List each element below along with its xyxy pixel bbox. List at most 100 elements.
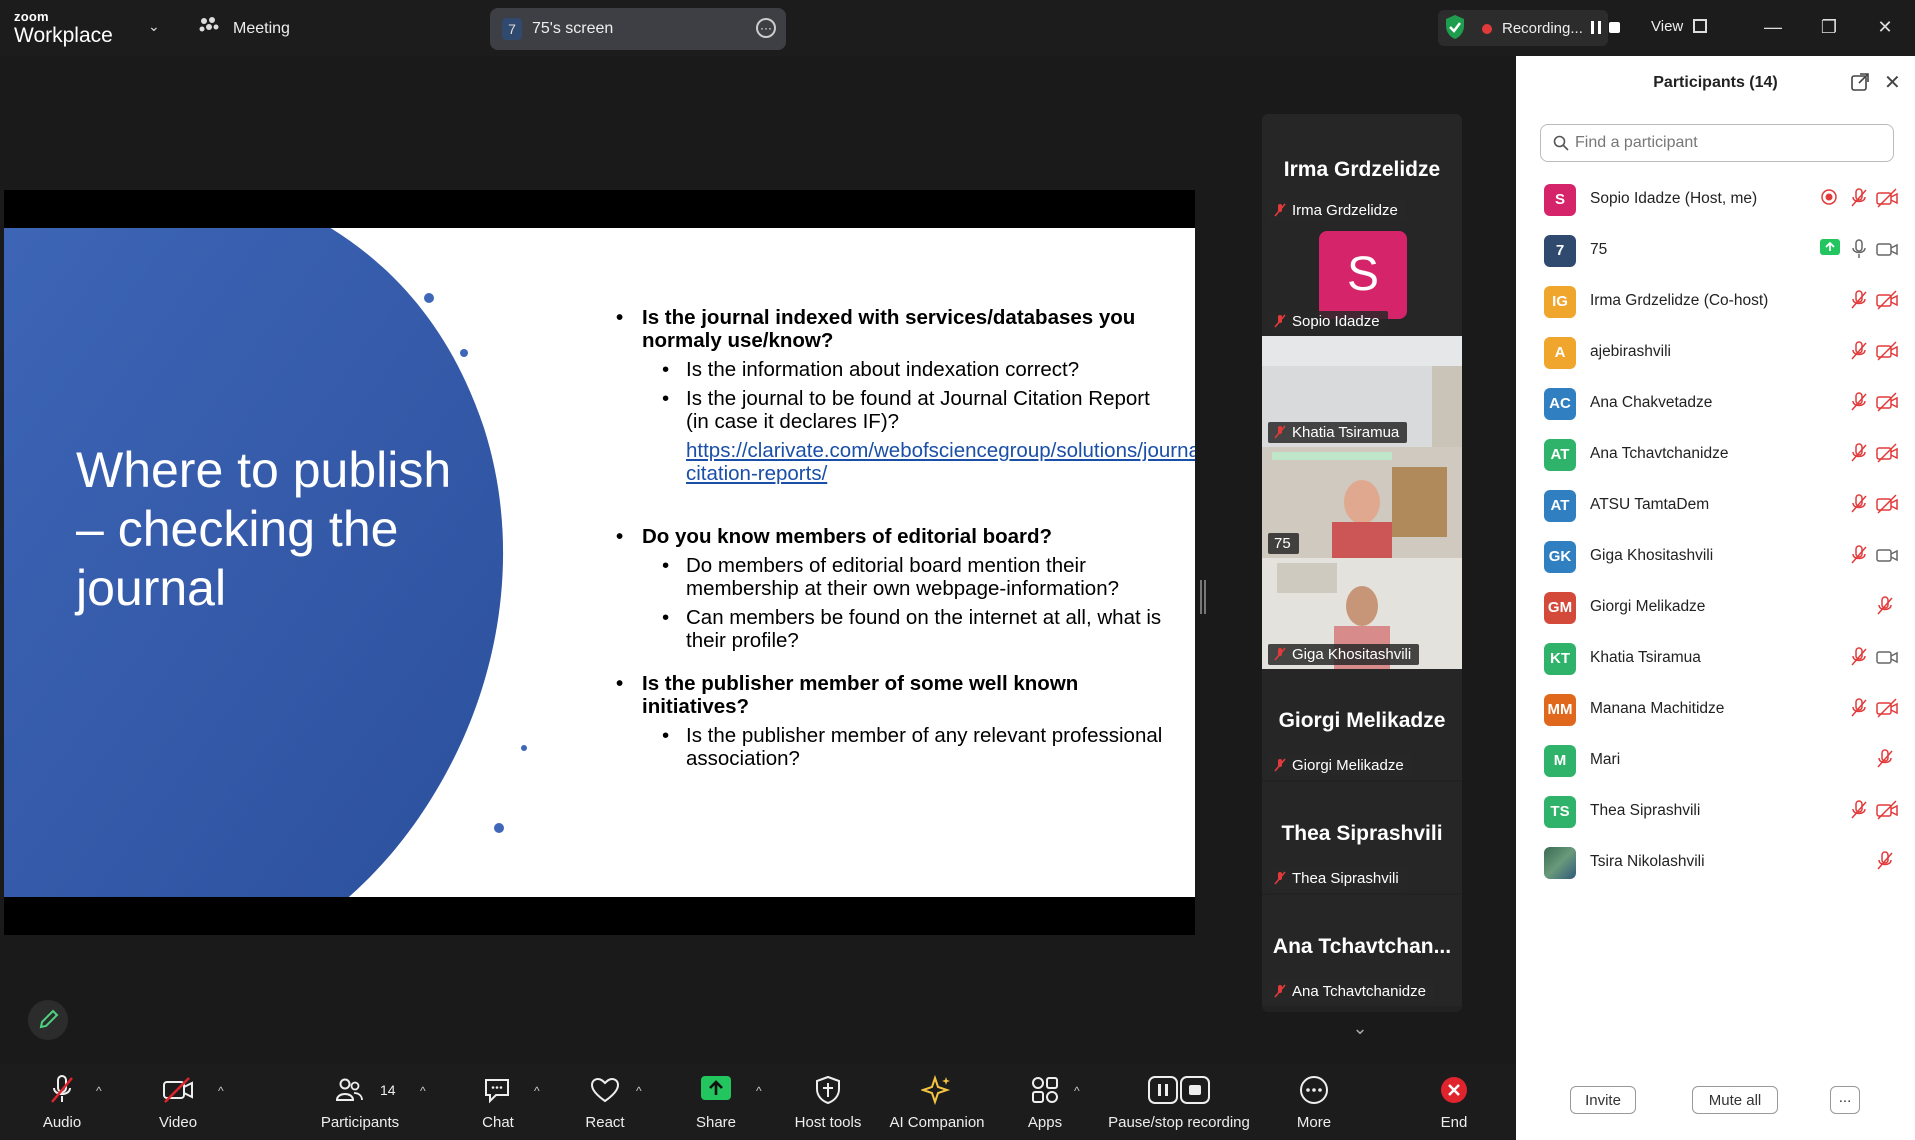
gallery-tile[interactable]: Khatia Tsiramua — [1262, 336, 1462, 447]
meeting-label[interactable]: Meeting — [233, 20, 290, 38]
video-gallery[interactable]: Irma Grdzelidze Irma Grdzelidze S Sopio … — [1262, 114, 1462, 1012]
participant-row[interactable]: Aajebirashvili — [1516, 327, 1915, 378]
share-button[interactable]: Share — [676, 1064, 756, 1140]
muted-mic-icon[interactable] — [1850, 800, 1868, 825]
muted-mic-icon[interactable] — [1850, 290, 1868, 315]
chat-button[interactable]: Chat — [458, 1064, 538, 1140]
participant-row[interactable]: AT ATSU TamtaDem — [1516, 480, 1915, 531]
apps-button[interactable]: Apps — [1010, 1064, 1080, 1140]
restore-icon[interactable]: ❐ — [1816, 14, 1842, 40]
participant-row[interactable]: 7 75 — [1516, 225, 1915, 276]
react-button[interactable]: React — [566, 1064, 644, 1140]
shield-icon[interactable] — [1444, 14, 1466, 45]
video-off-icon[interactable] — [1876, 698, 1898, 723]
video-off-icon[interactable] — [1876, 290, 1898, 315]
view-layout-icon[interactable] — [1693, 19, 1707, 33]
video-off-icon[interactable] — [1876, 443, 1898, 468]
participant-row[interactable]: S Sopio Idadze (Host, me) — [1516, 174, 1915, 225]
video-off-icon[interactable] — [1876, 800, 1898, 825]
slide-link[interactable]: https://clarivate.com/webofsciencegroup/… — [616, 439, 1195, 485]
gallery-tile-active-speaker[interactable]: 75 — [1262, 447, 1462, 558]
more-button[interactable]: ... — [1830, 1086, 1860, 1114]
chevron-up-icon[interactable]: ^ — [218, 1084, 224, 1098]
slide-body: Is the journal indexed with services/dat… — [616, 306, 1195, 770]
participants-button[interactable]: 14 Participants — [314, 1064, 406, 1140]
video-off-icon[interactable] — [1876, 188, 1898, 213]
gallery-tile[interactable]: Thea Siprashvili Thea Siprashvili — [1262, 782, 1462, 893]
chevron-up-icon[interactable]: ^ — [420, 1084, 426, 1098]
participant-row[interactable]: KT Khatia Tsiramua — [1516, 633, 1915, 684]
participant-row[interactable]: TS Thea Siprashvili — [1516, 786, 1915, 837]
chevron-up-icon[interactable]: ^ — [96, 1084, 102, 1098]
video-off-icon[interactable] — [1876, 341, 1898, 366]
muted-mic-icon[interactable] — [1850, 188, 1868, 213]
share-screen-icon[interactable] — [1820, 239, 1840, 260]
participant-row[interactable]: GM Giorgi Melikadze — [1516, 582, 1915, 633]
video-button[interactable]: Video — [136, 1064, 220, 1140]
view-button[interactable]: View — [1651, 18, 1683, 35]
chevron-up-icon[interactable]: ^ — [636, 1084, 642, 1098]
minimize-icon[interactable]: — — [1760, 14, 1786, 40]
search-input[interactable] — [1573, 133, 1877, 153]
audio-button[interactable]: Audio — [20, 1064, 104, 1140]
participant-row[interactable]: IG Irma Grdzelidze (Co-host) — [1516, 276, 1915, 327]
pause-icon[interactable] — [1591, 21, 1601, 34]
video-icon[interactable] — [1876, 647, 1898, 672]
video-icon[interactable] — [1876, 239, 1898, 264]
gallery-tile[interactable]: Giga Khositashvili — [1262, 558, 1462, 669]
end-button[interactable]: End — [1416, 1064, 1492, 1140]
participant-row[interactable]: GK Giga Khositashvili — [1516, 531, 1915, 582]
gallery-tile[interactable]: Irma Grdzelidze Irma Grdzelidze — [1262, 114, 1462, 225]
muted-mic-icon[interactable] — [1876, 851, 1894, 876]
more-options-icon[interactable]: ··· — [756, 18, 776, 38]
gallery-tile[interactable]: Giorgi Melikadze Giorgi Melikadze — [1262, 669, 1462, 780]
chevron-up-icon[interactable]: ^ — [756, 1084, 762, 1098]
participant-row[interactable]: MM Manana Machitidze — [1516, 684, 1915, 735]
muted-mic-icon[interactable] — [1850, 647, 1868, 672]
participant-row[interactable]: M Mari — [1516, 735, 1915, 786]
meeting-icon[interactable] — [198, 16, 220, 41]
muted-mic-icon[interactable] — [1850, 341, 1868, 366]
more-button[interactable]: More — [1276, 1064, 1352, 1140]
video-off-icon[interactable] — [1876, 494, 1898, 519]
stop-icon[interactable] — [1609, 22, 1620, 33]
muted-mic-icon[interactable] — [1876, 749, 1894, 774]
host-tools-button[interactable]: Host tools — [786, 1064, 870, 1140]
participant-row[interactable]: AT Ana Tchavtchanidze — [1516, 429, 1915, 480]
muted-mic-icon[interactable] — [1850, 698, 1868, 723]
chevron-up-icon[interactable]: ^ — [1074, 1084, 1080, 1098]
muted-mic-icon[interactable] — [1850, 545, 1868, 570]
muted-mic-icon[interactable] — [1850, 494, 1868, 519]
participant-row[interactable]: Tsira Nikolashvili — [1516, 837, 1915, 888]
chevron-down-icon[interactable]: ⌄ — [1330, 1018, 1390, 1048]
chevron-up-icon[interactable]: ^ — [534, 1084, 540, 1098]
muted-mic-icon[interactable] — [1850, 443, 1868, 468]
participant-search[interactable] — [1540, 124, 1894, 162]
screen-share-pill[interactable]: 7 75's screen ··· — [490, 8, 786, 50]
invite-button[interactable]: Invite — [1570, 1086, 1636, 1114]
tile-display-name: Giorgi Melikadze — [1278, 709, 1446, 732]
recording-icon[interactable] — [1820, 188, 1838, 211]
close-icon[interactable]: ✕ — [1884, 70, 1901, 95]
mute-all-button[interactable]: Mute all — [1692, 1086, 1778, 1114]
video-icon[interactable] — [1876, 545, 1898, 570]
zoom-logo[interactable]: zoom Workplace — [14, 10, 113, 46]
sparkle-icon — [921, 1074, 951, 1106]
annotate-button[interactable] — [28, 1000, 68, 1040]
video-off-icon[interactable] — [1876, 392, 1898, 417]
pause-stop-recording-button[interactable]: Pause/stop recording — [1100, 1064, 1258, 1140]
muted-mic-icon[interactable] — [1850, 392, 1868, 417]
tile-display-name: Thea Siprashvili — [1281, 822, 1443, 845]
popout-icon[interactable] — [1850, 72, 1870, 97]
gallery-tile[interactable]: Ana Tchavtchan... Ana Tchavtchanidze — [1262, 895, 1462, 1006]
close-icon[interactable]: ✕ — [1872, 14, 1898, 40]
end-label: End — [1440, 1114, 1468, 1131]
participant-row[interactable]: AC Ana Chakvetadze — [1516, 378, 1915, 429]
chevron-down-icon[interactable]: ⌄ — [148, 18, 160, 35]
ai-companion-button[interactable]: AI Companion — [882, 1064, 992, 1140]
top-bar: zoom Workplace ⌄ Meeting 7 75's screen ·… — [0, 0, 1915, 56]
mic-icon[interactable] — [1850, 239, 1868, 264]
resize-handle[interactable] — [1200, 580, 1206, 614]
muted-mic-icon[interactable] — [1876, 596, 1894, 621]
gallery-tile[interactable]: S Sopio Idadze — [1262, 225, 1462, 336]
